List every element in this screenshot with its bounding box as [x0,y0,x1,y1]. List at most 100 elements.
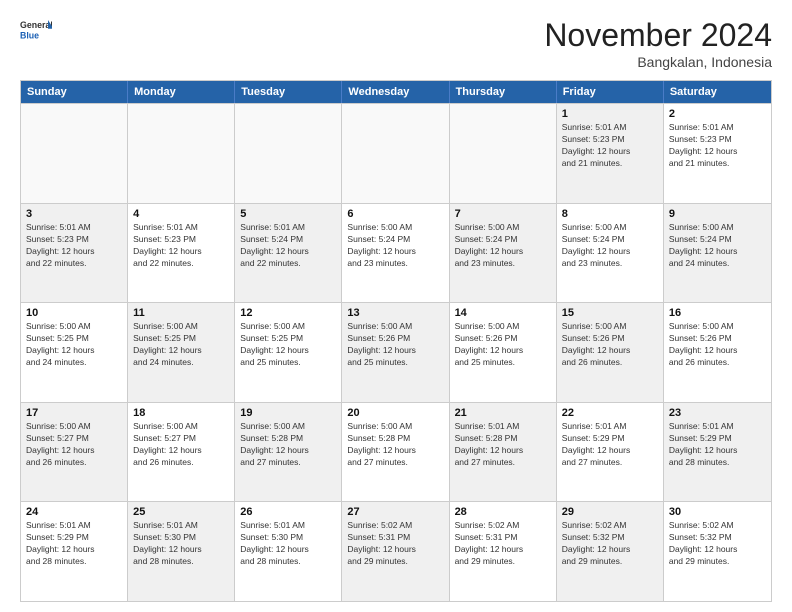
day-info: Sunrise: 5:00 AM Sunset: 5:24 PM Dayligh… [669,222,766,270]
day-info: Sunrise: 5:00 AM Sunset: 5:26 PM Dayligh… [347,321,443,369]
cal-row-0: 1 Sunrise: 5:01 AM Sunset: 5:23 PM Daylig… [21,103,771,203]
day-info: Sunrise: 5:00 AM Sunset: 5:26 PM Dayligh… [562,321,658,369]
cal-cell-day-13: 13 Sunrise: 5:00 AM Sunset: 5:26 PM Dayli… [342,303,449,402]
cal-row-3: 17Sunrise: 5:00 AM Sunset: 5:27 PM Dayli… [21,402,771,502]
cal-cell-empty-0-1 [128,104,235,203]
day-number: 3 [26,208,122,220]
day-number: 4 [133,208,229,220]
day-info: Sunrise: 5:00 AM Sunset: 5:24 PM Dayligh… [347,222,443,270]
day-number: 30 [669,506,766,518]
cal-cell-day-30: 30Sunrise: 5:02 AM Sunset: 5:32 PM Dayli… [664,502,771,601]
cal-cell-day-19: 19Sunrise: 5:00 AM Sunset: 5:28 PM Dayli… [235,403,342,502]
logo-icon: General Blue [20,16,52,48]
day-info: Sunrise: 5:01 AM Sunset: 5:29 PM Dayligh… [26,520,122,568]
cal-cell-day-23: 23 Sunrise: 5:01 AM Sunset: 5:29 PM Dayli… [664,403,771,502]
cal-cell-day-5: 5 Sunrise: 5:01 AM Sunset: 5:24 PM Daylig… [235,204,342,303]
cal-cell-day-8: 8 Sunrise: 5:00 AM Sunset: 5:24 PM Daylig… [557,204,664,303]
cal-cell-day-2: 2 Sunrise: 5:01 AM Sunset: 5:23 PM Daylig… [664,104,771,203]
day-info: Sunrise: 5:00 AM Sunset: 5:24 PM Dayligh… [562,222,658,270]
day-info: Sunrise: 5:00 AM Sunset: 5:28 PM Dayligh… [347,421,443,469]
header-day-thursday: Thursday [450,81,557,103]
day-info: Sunrise: 5:01 AM Sunset: 5:23 PM Dayligh… [26,222,122,270]
cal-cell-day-15: 15 Sunrise: 5:00 AM Sunset: 5:26 PM Dayli… [557,303,664,402]
page: General Blue November 2024 Bangkalan, In… [0,0,792,612]
cal-cell-day-10: 10Sunrise: 5:00 AM Sunset: 5:25 PM Dayli… [21,303,128,402]
day-number: 20 [347,407,443,419]
day-info: Sunrise: 5:00 AM Sunset: 5:26 PM Dayligh… [455,321,551,369]
cal-cell-day-9: 9 Sunrise: 5:00 AM Sunset: 5:24 PM Daylig… [664,204,771,303]
day-number: 6 [347,208,443,220]
svg-text:General: General [20,20,52,30]
day-number: 10 [26,307,122,319]
day-info: Sunrise: 5:01 AM Sunset: 5:30 PM Dayligh… [240,520,336,568]
cal-cell-day-7: 7Sunrise: 5:00 AM Sunset: 5:24 PM Daylig… [450,204,557,303]
cal-cell-day-26: 26Sunrise: 5:01 AM Sunset: 5:30 PM Dayli… [235,502,342,601]
day-info: Sunrise: 5:02 AM Sunset: 5:31 PM Dayligh… [455,520,551,568]
cal-cell-day-27: 27 Sunrise: 5:02 AM Sunset: 5:31 PM Dayli… [342,502,449,601]
cal-cell-empty-0-3 [342,104,449,203]
header: General Blue November 2024 Bangkalan, In… [20,16,772,70]
day-number: 16 [669,307,766,319]
cal-cell-day-21: 21 Sunrise: 5:01 AM Sunset: 5:28 PM Dayli… [450,403,557,502]
day-number: 12 [240,307,336,319]
cal-cell-day-16: 16Sunrise: 5:00 AM Sunset: 5:26 PM Dayli… [664,303,771,402]
cal-cell-empty-0-0 [21,104,128,203]
cal-cell-day-12: 12Sunrise: 5:00 AM Sunset: 5:25 PM Dayli… [235,303,342,402]
cal-cell-day-6: 6 Sunrise: 5:00 AM Sunset: 5:24 PM Daylig… [342,204,449,303]
cal-cell-empty-0-2 [235,104,342,203]
day-info: Sunrise: 5:00 AM Sunset: 5:24 PM Dayligh… [455,222,551,270]
header-day-saturday: Saturday [664,81,771,103]
day-info: Sunrise: 5:01 AM Sunset: 5:23 PM Dayligh… [669,122,766,170]
logo: General Blue [20,16,52,48]
cal-cell-day-18: 18 Sunrise: 5:00 AM Sunset: 5:27 PM Dayli… [128,403,235,502]
day-number: 22 [562,407,658,419]
day-info: Sunrise: 5:01 AM Sunset: 5:24 PM Dayligh… [240,222,336,270]
day-info: Sunrise: 5:00 AM Sunset: 5:28 PM Dayligh… [240,421,336,469]
cal-cell-day-1: 1 Sunrise: 5:01 AM Sunset: 5:23 PM Daylig… [557,104,664,203]
day-info: Sunrise: 5:01 AM Sunset: 5:29 PM Dayligh… [669,421,766,469]
day-number: 1 [562,108,658,120]
header-day-tuesday: Tuesday [235,81,342,103]
day-number: 23 [669,407,766,419]
day-info: Sunrise: 5:00 AM Sunset: 5:25 PM Dayligh… [133,321,229,369]
day-info: Sunrise: 5:01 AM Sunset: 5:30 PM Dayligh… [133,520,229,568]
day-number: 28 [455,506,551,518]
day-number: 5 [240,208,336,220]
day-info: Sunrise: 5:01 AM Sunset: 5:23 PM Dayligh… [562,122,658,170]
title-block: November 2024 Bangkalan, Indonesia [544,16,772,70]
day-number: 8 [562,208,658,220]
day-info: Sunrise: 5:02 AM Sunset: 5:31 PM Dayligh… [347,520,443,568]
day-number: 21 [455,407,551,419]
day-info: Sunrise: 5:00 AM Sunset: 5:27 PM Dayligh… [133,421,229,469]
cal-cell-day-28: 28 Sunrise: 5:02 AM Sunset: 5:31 PM Dayli… [450,502,557,601]
cal-cell-day-17: 17Sunrise: 5:00 AM Sunset: 5:27 PM Dayli… [21,403,128,502]
day-info: Sunrise: 5:01 AM Sunset: 5:23 PM Dayligh… [133,222,229,270]
calendar-header: SundayMondayTuesdayWednesdayThursdayFrid… [21,81,771,103]
cal-row-2: 10 Sunrise: 5:00 AM Sunset: 5:25 PM Dayli… [21,302,771,402]
cal-cell-day-14: 14 Sunrise: 5:00 AM Sunset: 5:26 PM Dayli… [450,303,557,402]
subtitle: Bangkalan, Indonesia [544,54,772,70]
cal-cell-empty-0-4 [450,104,557,203]
header-day-friday: Friday [557,81,664,103]
day-number: 29 [562,506,658,518]
cal-cell-day-11: 11 Sunrise: 5:00 AM Sunset: 5:25 PM Dayli… [128,303,235,402]
day-number: 2 [669,108,766,120]
header-day-sunday: Sunday [21,81,128,103]
cal-cell-day-24: 24 Sunrise: 5:01 AM Sunset: 5:29 PM Dayli… [21,502,128,601]
day-info: Sunrise: 5:02 AM Sunset: 5:32 PM Dayligh… [562,520,658,568]
day-number: 15 [562,307,658,319]
day-number: 24 [26,506,122,518]
day-info: Sunrise: 5:00 AM Sunset: 5:27 PM Dayligh… [26,421,122,469]
day-number: 9 [669,208,766,220]
day-info: Sunrise: 5:01 AM Sunset: 5:28 PM Dayligh… [455,421,551,469]
main-title: November 2024 [544,16,772,54]
day-number: 13 [347,307,443,319]
cal-row-1: 3 Sunrise: 5:01 AM Sunset: 5:23 PM Daylig… [21,203,771,303]
day-number: 27 [347,506,443,518]
day-number: 18 [133,407,229,419]
cal-cell-day-25: 25Sunrise: 5:01 AM Sunset: 5:30 PM Dayli… [128,502,235,601]
day-number: 11 [133,307,229,319]
header-day-monday: Monday [128,81,235,103]
day-number: 14 [455,307,551,319]
cal-cell-day-3: 3 Sunrise: 5:01 AM Sunset: 5:23 PM Daylig… [21,204,128,303]
